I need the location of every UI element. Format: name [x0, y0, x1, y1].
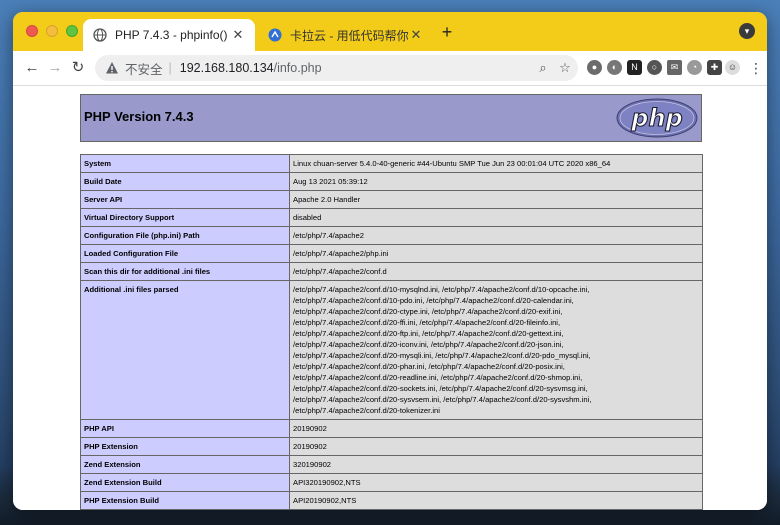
row-key: PHP Extension	[80, 437, 290, 456]
ini-file-line: /etc/php/7.4/apache2/conf.d/20-ffi.ini, …	[293, 318, 561, 327]
row-key: Additional .ini files parsed	[80, 280, 290, 420]
row-key: System	[80, 154, 290, 173]
table-row: Zend Extension Build API320190902,NTS	[80, 473, 703, 492]
row-key: Virtual Directory Support	[80, 208, 290, 227]
row-value: 20190902	[289, 437, 703, 456]
row-value-multiline: /etc/php/7.4/apache2/conf.d/10-mysqlnd.i…	[289, 280, 703, 420]
ini-file-line: /etc/php/7.4/apache2/conf.d/20-sockets.i…	[293, 384, 588, 393]
menu-kebab-icon[interactable]: ⋮	[746, 58, 766, 78]
row-value: /etc/php/7.4/apache2/conf.d	[289, 262, 703, 281]
ini-file-line: /etc/php/7.4/apache2/conf.d/20-sysvsem.i…	[293, 395, 592, 404]
table-row: PHP Extension Build API20190902,NTS	[80, 491, 703, 510]
ini-file-line: /etc/php/7.4/apache2/conf.d/20-phar.ini,…	[293, 362, 565, 371]
table-row: Debug Build no	[80, 509, 703, 510]
kalayun-favicon-icon	[268, 28, 282, 42]
tab-kalayun[interactable]: 卡拉云 - 用低代码帮你提高开发效 ✕	[258, 19, 433, 51]
security-label: 不安全	[125, 62, 163, 77]
bookmark-star-icon[interactable]: ☆	[557, 60, 573, 76]
table-row: Configuration File (php.ini) Path /etc/p…	[80, 226, 703, 245]
table-row: Scan this dir for additional .ini files …	[80, 262, 703, 281]
address-host: 192.168.180.134	[179, 61, 274, 75]
table-row: System Linux chuan-server 5.4.0-40-gener…	[80, 154, 703, 173]
row-value: /etc/php/7.4/apache2/php.ini	[289, 244, 703, 263]
extension-eye-icon[interactable]: ◔	[687, 60, 702, 75]
row-value: Aug 13 2021 05:39:12	[289, 172, 703, 191]
address-path: /info.php	[273, 61, 322, 75]
globe-icon	[93, 28, 107, 42]
minimize-window-button[interactable]	[46, 25, 58, 37]
php-logo[interactable]: php	[616, 98, 698, 138]
profile-avatar[interactable]: ☺	[725, 60, 740, 75]
ini-file-line: /etc/php/7.4/apache2/conf.d/20-iconv.ini…	[293, 340, 564, 349]
row-key: Build Date	[80, 172, 290, 191]
extension-lock-icon[interactable]: ◐	[607, 60, 622, 75]
close-window-button[interactable]	[26, 25, 38, 37]
page-content: PHP Version 7.4.3 php System Linux chuan…	[13, 86, 767, 510]
row-value: 320190902	[289, 455, 703, 474]
browser-toolbar: ← → ↻ 不安全 | 192.168.180.134 /info.php ⌕ …	[13, 51, 767, 86]
row-key: Zend Extension Build	[80, 473, 290, 492]
table-row: Server API Apache 2.0 Handler	[80, 190, 703, 209]
php-version-header: PHP Version 7.4.3 php	[80, 94, 702, 142]
address-bar[interactable]: 不安全 | 192.168.180.134 /info.php ⌕ ☆	[95, 55, 578, 81]
row-value: /etc/php/7.4/apache2	[289, 226, 703, 245]
tab-strip: PHP 7.4.3 - phpinfo() ✕ 卡拉云 - 用低代码帮你提高开发…	[13, 12, 767, 51]
extension-circle-icon[interactable]: ○	[647, 60, 662, 75]
row-key: Debug Build	[80, 509, 290, 510]
extensions-puzzle-icon[interactable]: ✚	[707, 60, 722, 75]
zoom-window-button[interactable]	[66, 25, 78, 37]
ini-file-line: /etc/php/7.4/apache2/conf.d/20-mysqli.in…	[293, 351, 591, 360]
page-title: PHP Version 7.4.3	[84, 109, 194, 124]
reload-icon[interactable]: ↻	[68, 58, 88, 78]
ini-file-line: /etc/php/7.4/apache2/conf.d/10-mysqlnd.i…	[293, 285, 590, 294]
extension-monkey-icon[interactable]: ●	[587, 60, 602, 75]
table-row: Loaded Configuration File /etc/php/7.4/a…	[80, 244, 703, 263]
row-value: API320190902,NTS	[289, 473, 703, 492]
ini-file-line: /etc/php/7.4/apache2/conf.d/20-tokenizer…	[293, 406, 440, 415]
address-separator: |	[168, 61, 172, 75]
table-row: Zend Extension 320190902	[80, 455, 703, 474]
extension-notion-icon[interactable]: N	[627, 60, 642, 75]
forward-arrow-icon[interactable]: →	[45, 58, 65, 78]
ini-file-line: /etc/php/7.4/apache2/conf.d/20-readline.…	[293, 373, 583, 382]
tab-title: PHP 7.4.3 - phpinfo()	[115, 28, 228, 42]
back-arrow-icon[interactable]: ←	[22, 58, 42, 78]
row-value: Apache 2.0 Handler	[289, 190, 703, 209]
table-row: Additional .ini files parsed /etc/php/7.…	[80, 280, 703, 420]
tab-search-chevron-icon[interactable]: ▾	[739, 23, 755, 39]
row-key: Loaded Configuration File	[80, 244, 290, 263]
ini-file-line: /etc/php/7.4/apache2/conf.d/10-pdo.ini, …	[293, 296, 574, 305]
row-value: Linux chuan-server 5.4.0-40-generic #44-…	[289, 154, 703, 173]
new-tab-button[interactable]: +	[437, 22, 457, 42]
extension-mail-icon[interactable]: ✉	[667, 60, 682, 75]
table-row: PHP Extension 20190902	[80, 437, 703, 456]
row-value: 20190902	[289, 419, 703, 438]
row-value: API20190902,NTS	[289, 491, 703, 510]
row-key: PHP Extension Build	[80, 491, 290, 510]
row-key: Scan this dir for additional .ini files	[80, 262, 290, 281]
row-value: disabled	[289, 208, 703, 227]
row-key: Server API	[80, 190, 290, 209]
ini-file-line: /etc/php/7.4/apache2/conf.d/20-ftp.ini, …	[293, 329, 564, 338]
browser-window: PHP 7.4.3 - phpinfo() ✕ 卡拉云 - 用低代码帮你提高开发…	[13, 12, 767, 510]
logo-text: php	[630, 104, 682, 132]
zoom-icon[interactable]: ⌕	[535, 60, 551, 76]
row-key: PHP API	[80, 419, 290, 438]
php-info-table: System Linux chuan-server 5.4.0-40-gener…	[80, 154, 703, 510]
row-key: Configuration File (php.ini) Path	[80, 226, 290, 245]
tab-phpinfo[interactable]: PHP 7.4.3 - phpinfo() ✕	[83, 19, 255, 51]
table-row: Virtual Directory Support disabled	[80, 208, 703, 227]
tab-title: 卡拉云 - 用低代码帮你提高开发效	[290, 28, 409, 43]
ini-file-line: /etc/php/7.4/apache2/conf.d/20-ctype.ini…	[293, 307, 563, 316]
warning-icon	[106, 62, 118, 74]
close-tab-icon[interactable]: ✕	[231, 27, 245, 43]
close-tab-icon[interactable]: ✕	[409, 27, 423, 43]
table-row: PHP API 20190902	[80, 419, 703, 438]
table-row: Build Date Aug 13 2021 05:39:12	[80, 172, 703, 191]
row-value: no	[289, 509, 703, 510]
row-key: Zend Extension	[80, 455, 290, 474]
